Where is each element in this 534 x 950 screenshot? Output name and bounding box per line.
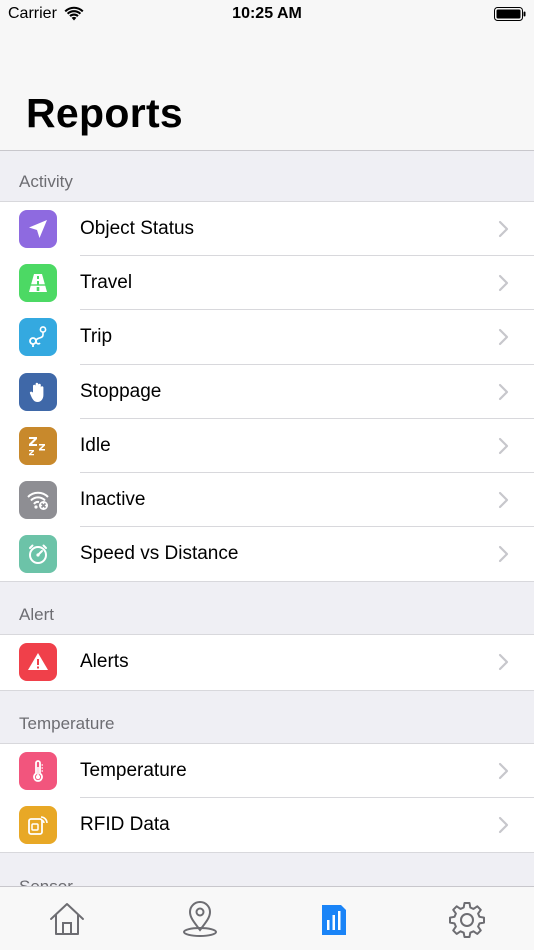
report-row-travel[interactable]: Travel bbox=[0, 256, 534, 311]
section-title: Sensor bbox=[19, 877, 73, 886]
chevron-right-icon bbox=[498, 491, 509, 509]
wifi-off-icon bbox=[19, 481, 57, 520]
battery-icon bbox=[494, 7, 526, 21]
section-header-temperature: Temperature bbox=[0, 691, 534, 744]
sleep-zzz-icon bbox=[19, 426, 57, 465]
section-temperature-list: Temperature RFID Data bbox=[0, 743, 534, 853]
section-alert-list: Alerts bbox=[0, 635, 534, 691]
navigation-arrow-icon bbox=[19, 210, 57, 249]
warning-icon bbox=[19, 643, 57, 682]
route-pin-icon bbox=[19, 318, 57, 357]
report-row-trip[interactable]: Trip bbox=[0, 310, 534, 365]
tab-bar bbox=[0, 886, 534, 950]
road-icon bbox=[19, 264, 57, 303]
page-title: Reports bbox=[26, 90, 184, 136]
report-row-temperature[interactable]: Temperature bbox=[0, 743, 534, 798]
row-label: Speed vs Distance bbox=[80, 543, 239, 565]
hand-icon bbox=[19, 372, 57, 411]
row-label: Stoppage bbox=[80, 380, 162, 402]
section-header-activity: Activity bbox=[0, 151, 534, 202]
chevron-right-icon bbox=[498, 220, 509, 238]
map-pin-icon bbox=[183, 901, 217, 937]
home-icon bbox=[50, 903, 84, 935]
section-header-sensor: Sensor bbox=[0, 853, 534, 886]
report-row-object-status[interactable]: Object Status bbox=[0, 202, 534, 257]
gear-icon bbox=[449, 902, 485, 938]
status-bar: Carrier 10:25 AM bbox=[0, 0, 534, 30]
report-row-speed-vs-distance[interactable]: Speed vs Distance bbox=[0, 527, 534, 582]
chevron-right-icon bbox=[498, 437, 509, 454]
row-label: Temperature bbox=[80, 759, 187, 781]
row-label: Inactive bbox=[80, 489, 146, 511]
section-header-alert: Alert bbox=[0, 582, 534, 636]
speedometer-icon bbox=[19, 535, 57, 574]
report-row-stoppage[interactable]: Stoppage bbox=[0, 364, 534, 419]
chevron-right-icon bbox=[498, 546, 509, 563]
chevron-right-icon bbox=[498, 329, 509, 346]
status-time: 10:25 AM bbox=[232, 5, 302, 22]
rfid-card-icon bbox=[19, 805, 57, 844]
thermometer-icon bbox=[19, 751, 57, 790]
section-title: Alert bbox=[19, 605, 54, 625]
row-label: Object Status bbox=[80, 218, 195, 240]
section-activity-list: Object Status Travel Trip Stoppage Idle … bbox=[0, 202, 534, 583]
chevron-right-icon bbox=[498, 383, 509, 400]
report-row-rfid-data[interactable]: RFID Data bbox=[0, 797, 534, 852]
tab-settings[interactable] bbox=[447, 899, 487, 939]
chevron-right-icon bbox=[498, 654, 509, 671]
report-row-alerts[interactable]: Alerts bbox=[0, 635, 534, 690]
report-row-idle[interactable]: Idle bbox=[0, 418, 534, 473]
row-label: RFID Data bbox=[80, 813, 170, 835]
reports-chart-icon bbox=[322, 905, 346, 935]
navigation-header: Reports bbox=[0, 30, 534, 151]
report-row-inactive[interactable]: Inactive bbox=[0, 472, 534, 528]
chevron-right-icon bbox=[498, 275, 509, 292]
reports-list[interactable]: Activity Object Status Travel Trip Stopp… bbox=[0, 151, 534, 886]
chevron-right-icon bbox=[498, 762, 509, 779]
section-title: Temperature bbox=[19, 713, 115, 733]
tab-map[interactable] bbox=[180, 899, 220, 939]
chevron-right-icon bbox=[498, 816, 509, 833]
row-label: Alerts bbox=[80, 651, 129, 673]
tab-home[interactable] bbox=[47, 899, 87, 939]
section-title: Activity bbox=[19, 172, 73, 191]
tab-reports[interactable] bbox=[314, 899, 354, 939]
row-label: Travel bbox=[80, 272, 133, 294]
row-label: Trip bbox=[80, 326, 113, 348]
row-label: Idle bbox=[80, 434, 111, 456]
